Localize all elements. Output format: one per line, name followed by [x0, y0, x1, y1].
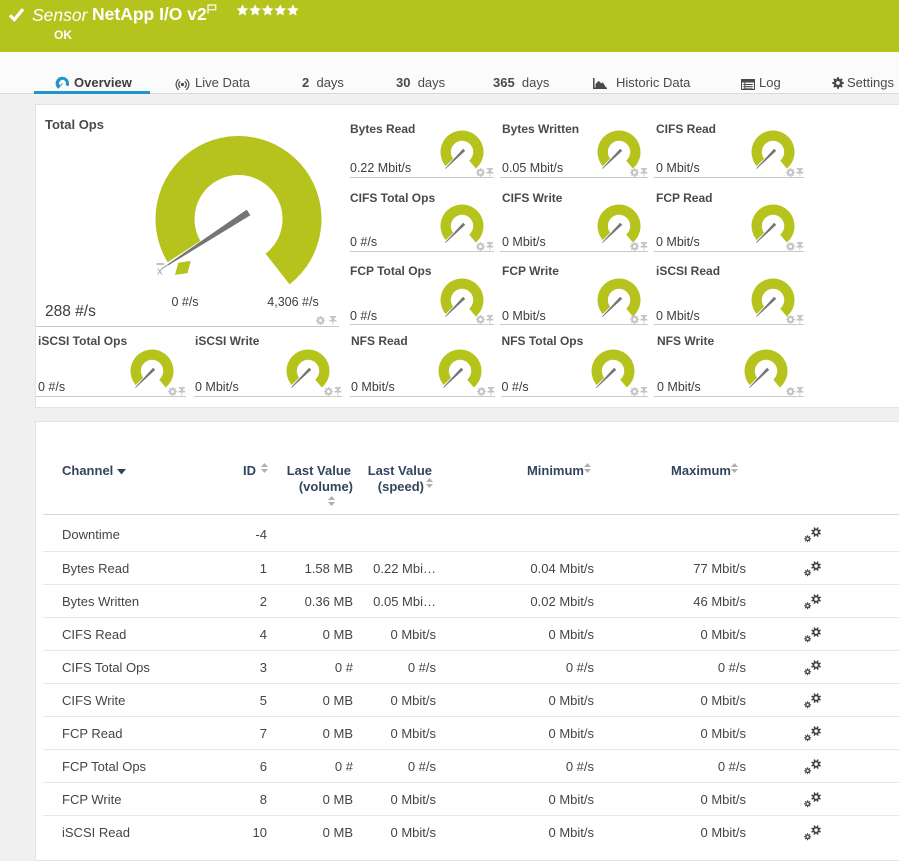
- svg-text:x: x: [157, 266, 163, 277]
